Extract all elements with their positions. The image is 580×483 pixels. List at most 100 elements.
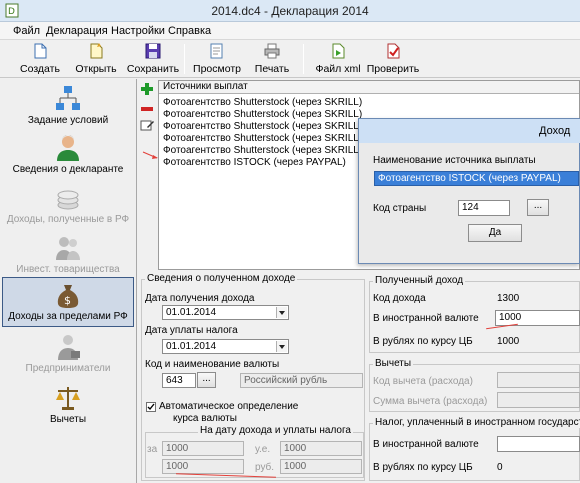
za-label: за: [147, 444, 158, 455]
tax-date-field[interactable]: 01.01.2014: [162, 339, 289, 354]
income-date-field[interactable]: 01.01.2014: [162, 305, 289, 320]
remove-icon[interactable]: [140, 102, 154, 116]
sources-header: Источники выплат: [159, 81, 579, 94]
nav-item-conditions[interactable]: Задание условий: [2, 82, 134, 134]
received-amount-title: Полученный доход: [373, 275, 466, 286]
preview-button[interactable]: Просмотр: [193, 42, 241, 76]
floppy-disk-icon: [145, 43, 161, 59]
investors-icon: [56, 237, 80, 260]
deductions-title: Вычеты: [373, 358, 414, 369]
tax-rub-label: В рублях по курсу ЦБ: [373, 462, 473, 473]
income-date-label: Дата получения дохода: [145, 293, 255, 304]
currency-browse-button[interactable]: ...: [197, 372, 216, 388]
received-income-title: Сведения о полученном доходе: [145, 273, 298, 284]
country-code-field[interactable]: 124: [458, 200, 510, 216]
deduction-sum-field: [497, 392, 580, 408]
auto-rate-label: Автоматическое определение: [159, 401, 299, 412]
rate-units-field: 1000: [162, 441, 244, 456]
deduction-code-field: [497, 372, 580, 388]
menu-declaration[interactable]: Декларация: [46, 25, 108, 37]
foreign-amount-field[interactable]: 1000: [495, 310, 580, 326]
rub-amount-label: В рублях по курсу ЦБ: [373, 336, 473, 347]
print-button[interactable]: Печать: [250, 42, 294, 76]
list-item[interactable]: Фотоагентство Shutterstock (через SKRILL…: [163, 97, 362, 108]
scales-icon: [56, 387, 80, 410]
chevron-down-icon[interactable]: [276, 341, 287, 352]
auto-rate-checkbox[interactable]: [146, 402, 156, 412]
auto-rate-label-2: курса валюты: [173, 413, 237, 424]
chevron-down-icon[interactable]: [276, 307, 287, 318]
person-icon: [57, 135, 79, 161]
rate-units-field-2: 1000: [280, 441, 362, 456]
income-code-value: 1300: [497, 293, 520, 304]
save-button[interactable]: Сохранить: [126, 42, 180, 76]
annotation-arrow: [142, 151, 158, 159]
nav-item-declarant[interactable]: Сведения о декларанте: [2, 131, 134, 183]
list-item[interactable]: Фотоагентство Shutterstock (через SKRILL…: [163, 109, 362, 120]
menu-bar: Файл Декларация Настройки Справка: [0, 22, 580, 40]
rate-rub-field-2: 1000: [280, 459, 362, 474]
toolbar-separator: [303, 44, 304, 74]
source-name-label: Наименование источника выплаты: [373, 155, 536, 166]
currency-name-field: Российский рубль: [240, 373, 363, 388]
toolbar: Создать Открыть Сохранить Просмотр Печат…: [0, 40, 580, 78]
nav-item-income-rf[interactable]: Доходы, полученные в РФ: [2, 181, 134, 233]
xml-export-icon: [332, 43, 345, 59]
country-code-label: Код страны: [373, 203, 427, 214]
nav-item-entrepreneurs[interactable]: Предприниматели: [2, 330, 134, 382]
ok-button[interactable]: Да: [468, 224, 522, 242]
window-title: 2014.dc4 - Декларация 2014: [211, 4, 369, 18]
check-document-icon: [387, 43, 400, 59]
create-button[interactable]: Создать: [16, 42, 64, 76]
country-browse-button[interactable]: ...: [527, 199, 549, 216]
title-bar: D 2014.dc4 - Декларация 2014: [0, 0, 580, 22]
edit-icon[interactable]: [140, 118, 154, 132]
rub-label: руб.: [255, 462, 275, 473]
dialog-title-bar: Доход: [359, 119, 580, 143]
list-item[interactable]: Фотоагентство Shutterstock (через SKRILL…: [163, 145, 362, 156]
open-document-icon: [90, 43, 103, 59]
list-item[interactable]: Фотоагентство Shutterstock (через SKRILL…: [163, 133, 362, 144]
nav-item-foreign-income[interactable]: $ Доходы за пределами РФ: [2, 277, 134, 327]
currency-code-field[interactable]: 643: [162, 373, 196, 388]
open-button[interactable]: Открыть: [72, 42, 120, 76]
new-document-icon: [34, 43, 47, 59]
tax-rub-value: 0: [497, 462, 503, 473]
list-item[interactable]: Фотоагентство Shutterstock (через SKRILL…: [163, 121, 362, 132]
money-bag-icon: $: [57, 285, 79, 308]
menu-file[interactable]: Файл: [13, 25, 40, 37]
rub-amount-value: 1000: [497, 336, 520, 347]
deduction-code-label: Код вычета (расхода): [373, 376, 473, 387]
income-dialog: Доход Наименование источника выплаты Фот…: [358, 118, 580, 264]
check-button[interactable]: Проверить: [366, 42, 420, 76]
xml-file-button[interactable]: Файл xml: [312, 42, 364, 76]
nav-item-invest[interactable]: Инвест. товарищества: [2, 231, 134, 283]
foreign-tax-title: Налог, уплаченный в иностранном государс…: [373, 417, 580, 428]
rate-rub-field: 1000: [162, 459, 244, 474]
ue-label: у.е.: [255, 444, 271, 455]
currency-label: Код и наименование валюты: [145, 359, 280, 370]
list-item[interactable]: Фотоагентство ISTOCK (через PAYPAL): [163, 157, 346, 168]
foreign-currency-label: В иностранной валюте: [373, 313, 479, 324]
svg-text:$: $: [64, 294, 71, 307]
menu-settings[interactable]: Настройки: [111, 25, 165, 37]
businessman-icon: [58, 335, 80, 360]
left-navigation: Задание условий Сведения о декларанте До…: [0, 79, 137, 483]
tax-foreign-field[interactable]: [497, 436, 580, 452]
source-name-field[interactable]: Фотоагентство ISTOCK (через PAYPAL): [374, 171, 579, 186]
nav-item-deductions[interactable]: Вычеты: [2, 381, 134, 433]
sources-toolbar: [140, 82, 156, 142]
income-code-label: Код дохода: [373, 293, 426, 304]
toolbar-separator: [184, 44, 185, 74]
checkmark-icon: [147, 403, 155, 411]
preview-icon: [210, 43, 223, 59]
printer-icon: [264, 43, 280, 59]
deduction-sum-label: Сумма вычета (расхода): [373, 396, 488, 407]
add-icon[interactable]: [140, 82, 154, 96]
coins-icon: [57, 190, 79, 210]
menu-help[interactable]: Справка: [168, 25, 211, 37]
conditions-tree-icon: [56, 86, 80, 110]
rate-dates-title: На дату дохода и уплаты налога: [198, 425, 353, 436]
tax-foreign-label: В иностранной валюте: [373, 439, 479, 450]
tax-date-label: Дата уплаты налога: [145, 325, 238, 336]
